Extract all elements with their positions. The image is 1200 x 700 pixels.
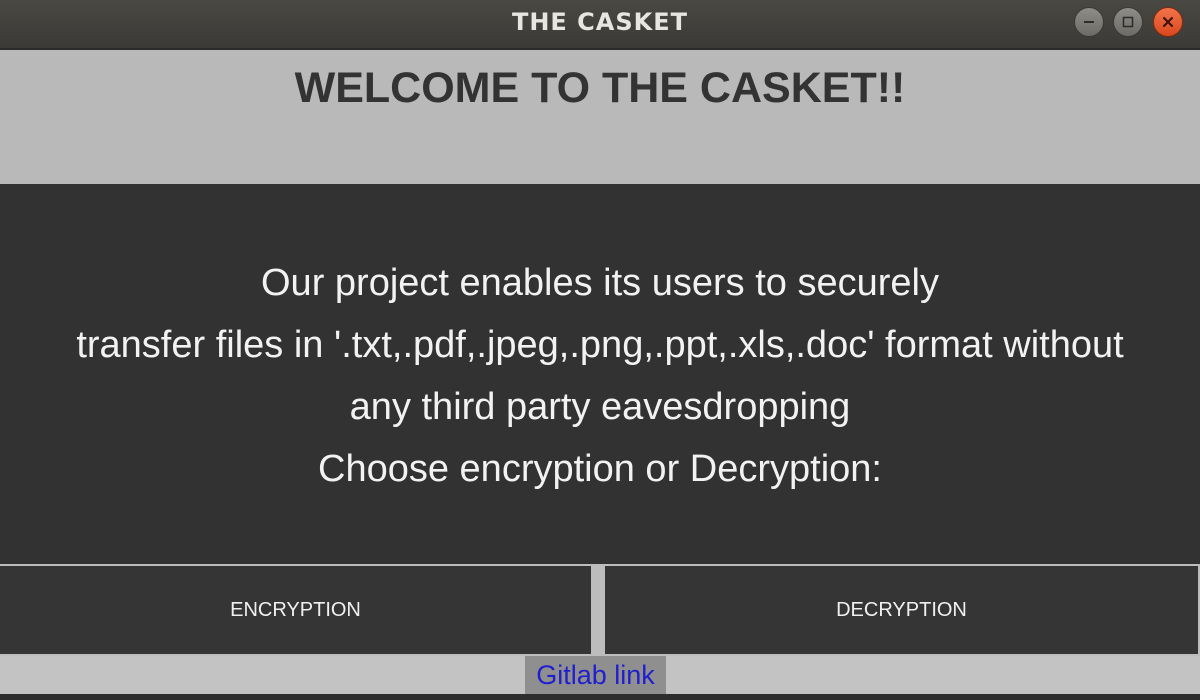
minimize-button[interactable] bbox=[1074, 7, 1104, 37]
desktop-background bbox=[0, 694, 1200, 700]
description-panel bbox=[0, 184, 1200, 564]
description-line-4: Choose encryption or Decryption: bbox=[318, 448, 882, 490]
action-button-row: ENCRYPTION DECRYPTION bbox=[0, 564, 1200, 656]
close-button[interactable] bbox=[1153, 7, 1183, 37]
app-window: THE CASKET WELCOME TO THE CASKET!! Our p… bbox=[0, 0, 1200, 700]
welcome-heading: WELCOME TO THE CASKET!! bbox=[294, 64, 906, 112]
title-bar[interactable]: THE CASKET bbox=[0, 0, 1200, 48]
decryption-button[interactable]: DECRYPTION bbox=[605, 566, 1198, 654]
close-icon bbox=[1163, 17, 1173, 27]
maximize-icon bbox=[1122, 16, 1134, 28]
description-line-2: transfer files in '.txt,.pdf,.jpeg,.png,… bbox=[76, 324, 1124, 366]
encryption-button[interactable]: ENCRYPTION bbox=[0, 566, 591, 654]
gitlab-link[interactable]: Gitlab link bbox=[525, 656, 666, 694]
description-line-1: Our project enables its users to securel… bbox=[261, 262, 939, 304]
minimize-icon bbox=[1084, 21, 1094, 23]
window-title: THE CASKET bbox=[511, 8, 689, 36]
description-line-3: any third party eavesdropping bbox=[349, 386, 851, 428]
maximize-button[interactable] bbox=[1113, 7, 1143, 37]
